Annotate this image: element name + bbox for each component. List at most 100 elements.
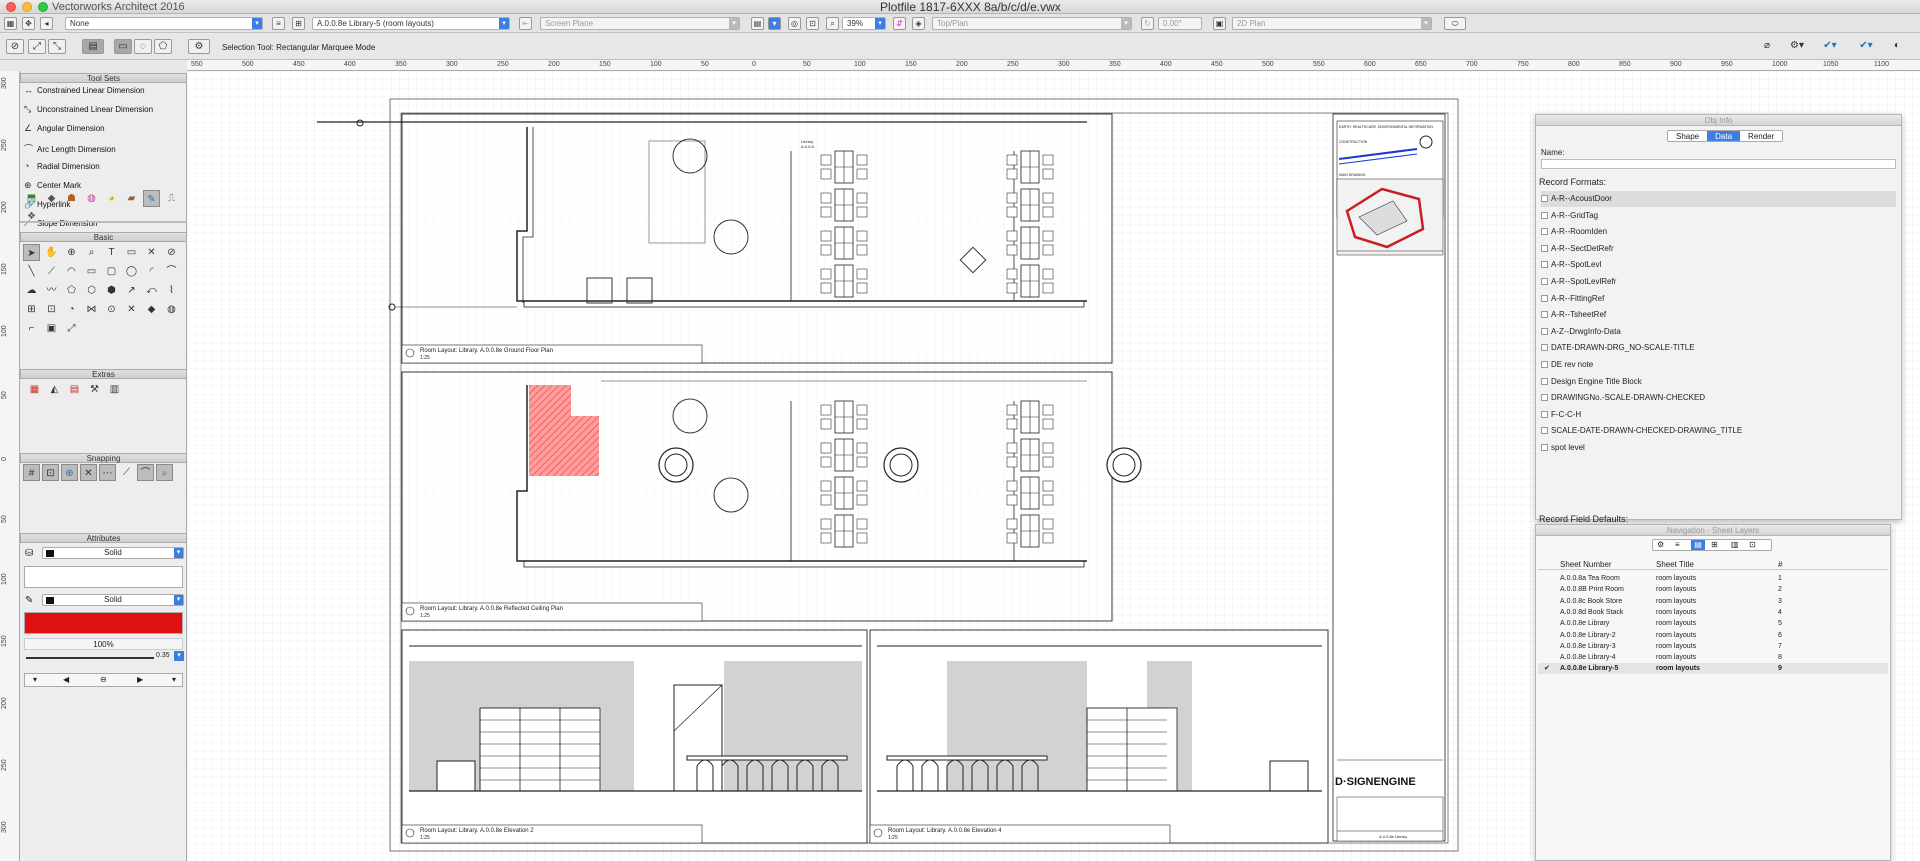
lighting-icon[interactable]: ◕ (103, 190, 120, 207)
rounded-rectangle-tool-icon[interactable]: ▢ (103, 263, 120, 280)
zoom-select[interactable]: 39% ▾ (842, 17, 886, 30)
line-tool-icon[interactable]: ╲ (23, 263, 40, 280)
sheet-layers-tab-icon[interactable]: ▤ (1691, 540, 1705, 550)
sheet-layer-row[interactable]: A.0.0.8B Print Room room layouts 2 (1538, 584, 1888, 595)
classes-tab-icon[interactable]: ⚙ (1657, 540, 1664, 549)
record-checkbox[interactable] (1541, 361, 1548, 368)
arrow-right-icon[interactable]: ▶ (137, 675, 143, 684)
check-options-icon[interactable]: ✔▾ (1854, 39, 1878, 54)
record-checkbox[interactable] (1541, 377, 1548, 385)
extras-tool-2[interactable]: ◭ (46, 381, 63, 398)
snap-to-distance-icon[interactable]: ⋯ (99, 464, 116, 481)
fill-style-select[interactable]: Solid ▾ (42, 547, 184, 559)
snap-to-object-icon[interactable]: ⊡ (42, 464, 59, 481)
record-format-item[interactable]: A-R--FittingRef (1541, 291, 1896, 307)
theme-toggle-icon[interactable]: ◐ (1888, 39, 1906, 54)
tool-arc-length[interactable]: ⌒ Arc Length Dimension (24, 142, 116, 159)
offset-tool-icon[interactable]: ⌇ (163, 282, 180, 299)
working-plane-icon[interactable]: ⇤ (519, 17, 532, 30)
viewport-reflected-ceiling-plan[interactable]: Room Layout: Library. A.0.0.8e Reflected… (401, 371, 1142, 622)
record-checkbox[interactable] (1541, 244, 1548, 252)
record-checkbox[interactable] (1541, 294, 1548, 302)
view-select[interactable]: Top/Plan ▾ (932, 17, 1132, 30)
pen-color-preview[interactable] (24, 612, 183, 634)
record-checkbox[interactable] (1541, 410, 1548, 418)
text-tool-icon[interactable]: T (103, 244, 120, 261)
pan-tool-icon[interactable]: ✋ (43, 244, 60, 261)
record-format-item[interactable]: A-R--GridTag (1541, 208, 1896, 224)
site-icon[interactable]: ⬒ (23, 190, 40, 207)
chevron-down-icon[interactable]: ▾ (172, 675, 176, 684)
lock-snap-icon[interactable]: ⊘ (6, 39, 24, 54)
callout-tool-icon[interactable]: ▭ (123, 244, 140, 261)
double-line-polygon-tool-icon[interactable]: ⬡ (83, 282, 100, 299)
circle-tool-icon[interactable]: ◯ (123, 263, 140, 280)
record-format-item[interactable]: A-R--RoomIden (1541, 224, 1896, 240)
plane-select[interactable]: Screen Plane ▾ (540, 17, 740, 30)
layer-select[interactable]: A.0.0.8e Library-5 (room layouts) ▾ (312, 17, 510, 30)
smart-points-icon[interactable]: ✕ (80, 464, 97, 481)
col-sheet-number[interactable]: Sheet Number (1560, 559, 1612, 570)
stopwatch-tool-icon[interactable]: ⊘ (163, 244, 180, 261)
line-weight-value[interactable]: 0.35 (156, 652, 170, 659)
record-format-item[interactable]: Design Engine Title Block (1541, 374, 1896, 390)
trim-tool-icon[interactable]: ⊡ (43, 301, 60, 318)
record-format-item[interactable]: spot level (1541, 440, 1896, 456)
record-checkbox[interactable] (1541, 344, 1548, 352)
check-icon[interactable]: ✔▾ (1818, 39, 1842, 54)
chevron-down-icon[interactable]: ▾ (33, 675, 37, 684)
record-format-item[interactable]: DE rev note (1541, 357, 1896, 373)
zoom-tool-icon[interactable]: ⌕ (83, 244, 100, 261)
lasso-marquee-icon[interactable]: ◌ (134, 39, 152, 54)
record-checkbox[interactable] (1541, 278, 1548, 285)
transform-icon[interactable]: ⤡ (48, 39, 66, 54)
mirror-tool-icon[interactable]: ↗ (123, 282, 140, 299)
references-tab-icon[interactable]: ⊡ (1749, 540, 1756, 549)
furniture-icon[interactable]: ☗ (63, 190, 80, 207)
smart-edge-icon[interactable]: ⟋ (118, 464, 135, 481)
snap-to-angle-icon[interactable]: ⊕ (61, 464, 78, 481)
sheet-layer-row[interactable]: A.0.0.8a Tea Room room layouts 1 (1538, 573, 1888, 584)
tool-radial-dimension[interactable]: ◔ Radial Dimension (24, 161, 100, 178)
detailing-icon[interactable]: ▰ (123, 190, 140, 207)
record-checkbox[interactable] (1541, 444, 1548, 451)
zoom-icon[interactable]: ⌕ (826, 17, 839, 30)
opacity-field[interactable]: 100% (24, 638, 183, 650)
record-checkbox[interactable] (1541, 394, 1548, 402)
reshape-tool-icon[interactable]: ⊙ (103, 301, 120, 318)
tool-angular-dimension[interactable]: ∠ Angular Dimension (24, 123, 105, 140)
record-checkbox[interactable] (1541, 211, 1548, 219)
record-format-item[interactable]: A-R--AcoustDoor (1541, 191, 1896, 207)
eyedropper-tool-icon[interactable]: ✕ (123, 301, 140, 318)
record-checkbox[interactable] (1541, 195, 1548, 202)
sheet-layer-row[interactable]: A.0.0.8c Book Store room layouts 3 (1538, 596, 1888, 607)
class-visibility-icon[interactable]: ▦ (4, 17, 17, 30)
minimize-window-button[interactable] (22, 2, 32, 12)
fit-to-objects-icon[interactable]: ⊡ (806, 17, 819, 30)
standard-views-icon[interactable]: ◈ (912, 17, 925, 30)
flyover-tool-icon[interactable]: ⊕ (63, 244, 80, 261)
cloud-tool-icon[interactable]: ☁ (23, 282, 40, 299)
drop-shadow-tool-icon[interactable]: ▣ (43, 320, 60, 337)
tool-constrained-dimension[interactable]: ↔ Constrained Linear Dimension (24, 85, 145, 102)
snap-to-surface-icon[interactable]: ⌕ (156, 464, 173, 481)
flyover-icon[interactable]: ◎ (788, 17, 801, 30)
angle-field[interactable]: 0.00° (1158, 17, 1202, 30)
layer-visibility-icon[interactable]: ≡ (272, 17, 285, 30)
fill-preview[interactable] (24, 566, 183, 588)
sheet-layer-row[interactable]: A.0.0.8e Library-2 room layouts 6 (1538, 630, 1888, 641)
rectangular-marquee-icon[interactable]: ▭ (114, 39, 132, 54)
selection-tool-icon[interactable]: ➤ (23, 244, 40, 261)
layer-options-icon[interactable]: ⊞ (292, 17, 305, 30)
viewport-elevation-4[interactable]: Room Layout: Library. A.0.0.8e Elevation… (869, 629, 1329, 844)
double-line-tool-icon[interactable]: ⟋ (43, 263, 60, 280)
extras-tool-3[interactable]: ▤ (66, 381, 83, 398)
arrow-left-icon[interactable]: ◀ (63, 675, 69, 684)
tab-data[interactable]: Data (1707, 131, 1741, 141)
record-format-item[interactable]: A-R--SectDetRefr (1541, 241, 1896, 257)
flip-view-icon[interactable]: ⇵ (893, 17, 906, 30)
record-format-item[interactable]: F-C-C-H (1541, 407, 1896, 423)
zoom-window-button[interactable] (38, 2, 48, 12)
sheet-dropdown-icon[interactable]: ▾ (768, 17, 781, 30)
snap-to-grid-icon[interactable]: # (23, 464, 40, 481)
